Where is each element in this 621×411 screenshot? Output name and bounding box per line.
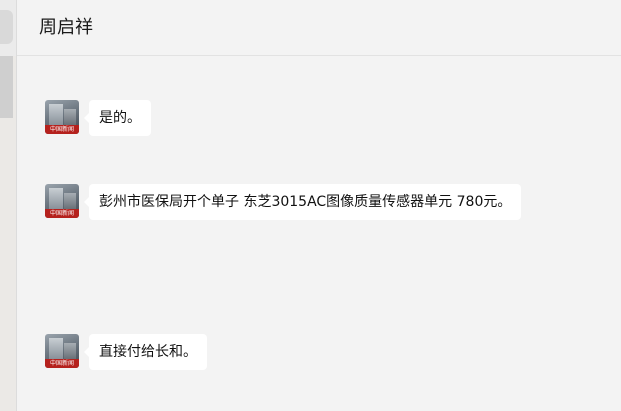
message-row: 中国新闻 是的。 (45, 100, 151, 136)
message-row: 中国新闻 彭州市医保局开个单子 东芝3015AC图像质量传感器单元 780元。 (45, 184, 522, 220)
message-bubble[interactable]: 彭州市医保局开个单子 东芝3015AC图像质量传感器单元 780元。 (83, 184, 522, 220)
left-panel-edge (0, 0, 17, 411)
avatar[interactable]: 中国新闻 (45, 100, 79, 134)
chat-header: 周启祥 (17, 0, 621, 56)
avatar[interactable]: 中国新闻 (45, 184, 79, 218)
avatar-badge: 中国新闻 (45, 125, 79, 134)
message-bubble[interactable]: 是的。 (84, 100, 151, 136)
left-panel-scrollbar[interactable] (0, 56, 13, 118)
avatar-badge: 中国新闻 (45, 209, 79, 218)
chat-window: 周启祥 中国新闻 是的。 中国新闻 彭州市医保局开个单子 东芝3015AC图像质… (0, 0, 621, 411)
message-bubble[interactable]: 直接付给长和。 (84, 334, 207, 370)
avatar[interactable]: 中国新闻 (45, 334, 79, 368)
left-panel-tab[interactable] (0, 10, 13, 44)
panel-divider (16, 0, 17, 411)
avatar-badge: 中国新闻 (45, 359, 79, 368)
chat-title: 周启祥 (39, 17, 93, 38)
message-row: 中国新闻 直接付给长和。 (45, 334, 207, 370)
